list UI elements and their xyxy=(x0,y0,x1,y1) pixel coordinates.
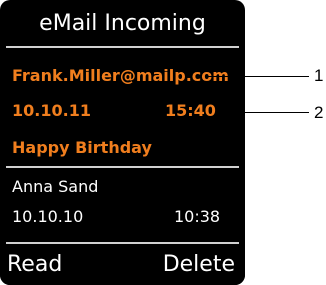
divider-middle xyxy=(6,166,239,168)
message-time: 15:40 xyxy=(165,101,216,120)
divider-bottom xyxy=(6,242,239,244)
callout-line-2 xyxy=(235,112,309,113)
message-sender: Frank.Miller@mailp.com xyxy=(12,66,229,85)
message-date: 10.10.10 xyxy=(12,207,84,226)
callout-label-2: 2 xyxy=(314,103,324,122)
softkey-bar: Read Delete xyxy=(0,246,245,285)
message-date: 10.10.11 xyxy=(12,101,91,120)
callout-label-1: 1 xyxy=(314,66,324,85)
delete-softkey[interactable]: Delete xyxy=(163,252,235,277)
message-sender: Anna Sand xyxy=(12,177,99,196)
screen-title: eMail Incoming xyxy=(39,11,206,36)
divider-top xyxy=(6,46,239,48)
callout-line-1 xyxy=(207,76,309,77)
read-softkey[interactable]: Read xyxy=(7,252,62,277)
phone-display: eMail Incoming Frank.Miller@mailp.com 10… xyxy=(0,0,245,285)
message-time: 10:38 xyxy=(174,207,221,226)
message-subject: Happy Birthday xyxy=(12,138,152,157)
